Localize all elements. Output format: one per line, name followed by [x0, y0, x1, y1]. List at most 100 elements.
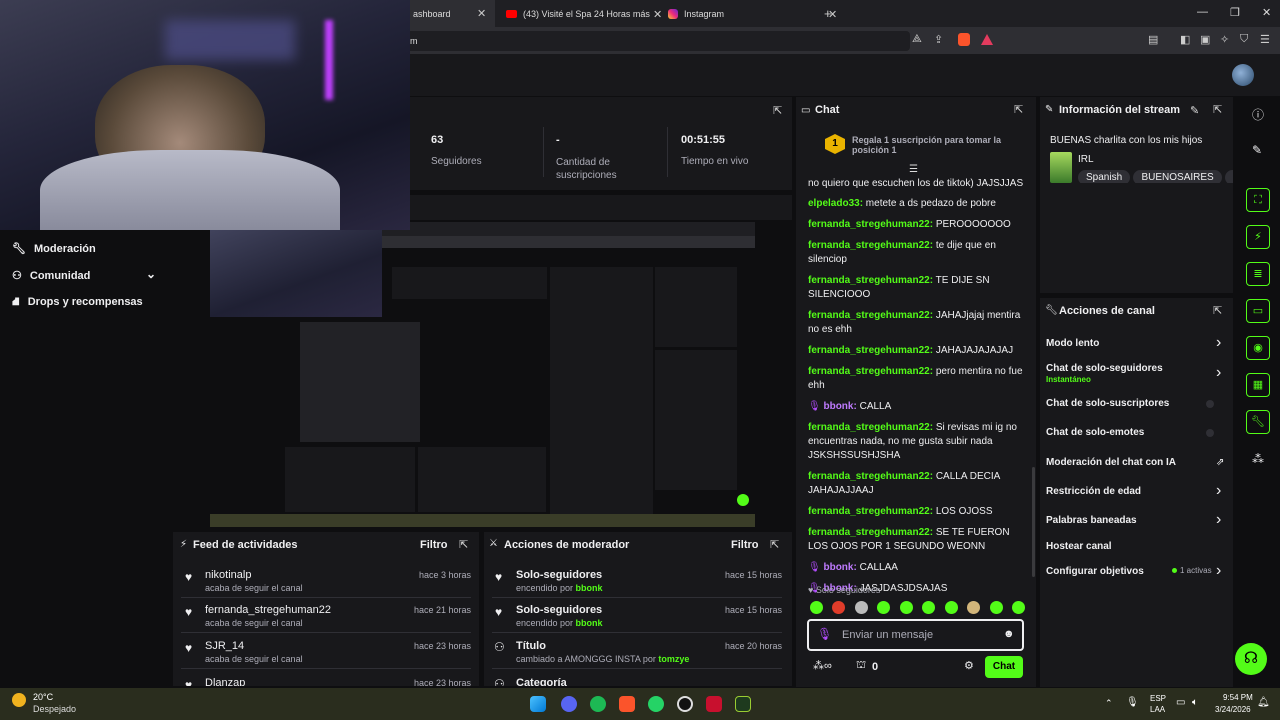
menu-icon[interactable]: ☰	[1260, 33, 1270, 46]
share-icon[interactable]: ⇪	[934, 33, 943, 46]
emoji-icon[interactable]: ☻	[1003, 628, 1015, 640]
reader-icon[interactable]: ▤	[1148, 33, 1158, 46]
emote-icon[interactable]	[922, 601, 936, 614]
send-chat-button[interactable]: Chat	[985, 656, 1023, 678]
chevron-up-icon[interactable]: ⌃	[1105, 698, 1113, 709]
user-name[interactable]: fernanda_stregehuman22	[205, 604, 331, 616]
sidebar-item-community[interactable]: ⚇ Comunidad ⌄	[12, 267, 162, 282]
popout-icon[interactable]: ⇱	[1213, 103, 1222, 116]
pencil-icon[interactable]: ✎	[1252, 143, 1262, 157]
mic-icon[interactable]: 🎙︎	[1126, 697, 1139, 708]
avatar[interactable]	[1232, 64, 1254, 86]
translate-icon[interactable]: ⟁	[912, 33, 922, 46]
whatsapp-icon[interactable]	[648, 696, 664, 712]
category-thumbnail[interactable]	[1050, 152, 1072, 183]
help-icon[interactable]: ☊	[1235, 643, 1267, 675]
app-icon[interactable]	[706, 696, 722, 712]
clock-time[interactable]: 9:54 PM	[1223, 693, 1253, 702]
network-icon[interactable]: ▭	[1176, 697, 1185, 708]
rail-button-list[interactable]: ≣	[1246, 262, 1270, 286]
store-icon[interactable]: ⛫	[856, 659, 866, 673]
minimize-icon[interactable]: —	[1197, 6, 1208, 18]
filter-button[interactable]: Filtro	[731, 539, 759, 551]
emote-icon[interactable]	[810, 601, 823, 614]
popout-icon[interactable]: ⇱	[770, 538, 779, 551]
leo-icon[interactable]: ✧	[1220, 33, 1229, 46]
app-icon[interactable]	[735, 696, 751, 712]
sidebar-item-drops[interactable]: ⛘ Drops y recompensas	[12, 296, 143, 310]
info-icon[interactable]: ⓘ	[1252, 106, 1264, 123]
popout-icon[interactable]: ⇱	[459, 538, 468, 551]
spotify-icon[interactable]	[590, 696, 606, 712]
wallet-icon[interactable]: ▣	[1200, 33, 1210, 46]
new-tab-icon[interactable]: +	[824, 6, 836, 21]
sidebar-item-moderation[interactable]: 🔧︎ Moderación	[12, 242, 96, 255]
preview-recursive	[300, 322, 420, 442]
popout-icon[interactable]: ⇱	[773, 104, 782, 117]
windows-start-icon[interactable]	[530, 696, 546, 712]
emote-icon[interactable]	[832, 601, 846, 614]
volume-icon[interactable]: 🔈︎	[1192, 697, 1198, 708]
brave-icon[interactable]	[619, 696, 635, 712]
sword-icon: ⚔︎	[489, 538, 498, 549]
rail-button-fullscreen[interactable]: ⛶	[1246, 188, 1270, 212]
emote-icon[interactable]	[989, 601, 1003, 614]
edit-icon[interactable]: ✎	[1190, 104, 1199, 117]
mod-user[interactable]: bbonk	[576, 583, 603, 593]
rewards-icon[interactable]	[981, 34, 993, 45]
close-icon[interactable]: ✕	[477, 7, 486, 20]
heart-icon: ♥	[185, 570, 193, 584]
rail-button-bolt[interactable]: ⚡︎	[1246, 225, 1270, 249]
address-input[interactable]: m	[395, 31, 910, 51]
rail-button-tools[interactable]: 🔧︎	[1246, 410, 1270, 434]
emote-icon[interactable]	[877, 601, 891, 614]
tab-youtube[interactable]: (43) Visité el Spa 24 Horas más Lujoso	[498, 0, 658, 27]
rail-button-layout[interactable]: ▦	[1246, 373, 1270, 397]
discord-icon[interactable]	[561, 696, 577, 712]
notification-icon[interactable]: 🔔︎	[1257, 697, 1270, 708]
filter-button[interactable]: Filtro	[420, 539, 448, 551]
gift-banner-text[interactable]: Regala 1 suscripción para tomar la posic…	[852, 135, 1012, 155]
user-name[interactable]: nikotinalp	[205, 569, 251, 581]
emote-icon[interactable]	[1011, 601, 1025, 614]
tag[interactable]: BUENOSAIRES	[1133, 170, 1222, 183]
tab-instagram[interactable]: Instagram	[660, 0, 830, 27]
chevron-down-icon[interactable]: ⌄	[146, 267, 156, 281]
expand-icon[interactable]: ☰	[909, 164, 918, 175]
popout-icon[interactable]: ⇱	[1213, 304, 1222, 317]
community-icon[interactable]: ⁂	[1252, 452, 1264, 466]
rail-button-chat[interactable]: ▭	[1246, 299, 1270, 323]
popout-icon[interactable]: ⇱	[1014, 103, 1023, 116]
maximize-icon[interactable]: ❐	[1230, 6, 1240, 19]
emote-icon[interactable]	[899, 601, 913, 614]
lang-top[interactable]: ESP	[1150, 694, 1166, 703]
obs-icon[interactable]	[677, 696, 693, 712]
tag[interactable]: Es	[1225, 170, 1233, 183]
stream-preview[interactable]	[210, 222, 755, 527]
category-name[interactable]: IRL	[1078, 154, 1094, 165]
heart-icon: ♥	[495, 605, 503, 619]
mod-user[interactable]: tomzye	[658, 654, 689, 664]
points-icon[interactable]: ⁂∞	[813, 659, 832, 672]
tab-dashboard[interactable]: ashboard ✕	[405, 0, 495, 27]
user-name[interactable]: SJR_14	[205, 640, 244, 652]
emote-icon[interactable]	[944, 601, 958, 614]
list-item: ⚇ Categoría	[492, 672, 782, 686]
close-window-icon[interactable]: ✕	[1262, 6, 1271, 19]
sidebar-toggle-icon[interactable]: ◧	[1180, 33, 1190, 46]
emote-icon[interactable]	[967, 601, 981, 614]
panel-title: Feed de actividades	[193, 539, 298, 551]
vpn-icon[interactable]: ⛉	[1240, 33, 1248, 46]
chat-message: fernanda_stregehuman22: SE TE FUERON LOS…	[808, 527, 1010, 552]
tag[interactable]: Spanish	[1078, 170, 1131, 183]
mod-badge-icon: 🎙︎	[817, 627, 833, 641]
brave-shield-icon[interactable]	[958, 33, 970, 46]
weather-temp[interactable]: 20°C	[33, 692, 53, 702]
settings-icon[interactable]: ⚙	[964, 659, 974, 672]
chat-scrollbar[interactable]	[1032, 467, 1035, 577]
mod-user[interactable]: bbonk	[576, 618, 603, 628]
emote-icon[interactable]	[854, 601, 868, 614]
chat-input[interactable]: 🎙︎ Enviar un mensaje ☻	[807, 619, 1024, 651]
rail-button-broadcast[interactable]: ◉	[1246, 336, 1270, 360]
user-name[interactable]: Dlanzap	[205, 677, 245, 686]
